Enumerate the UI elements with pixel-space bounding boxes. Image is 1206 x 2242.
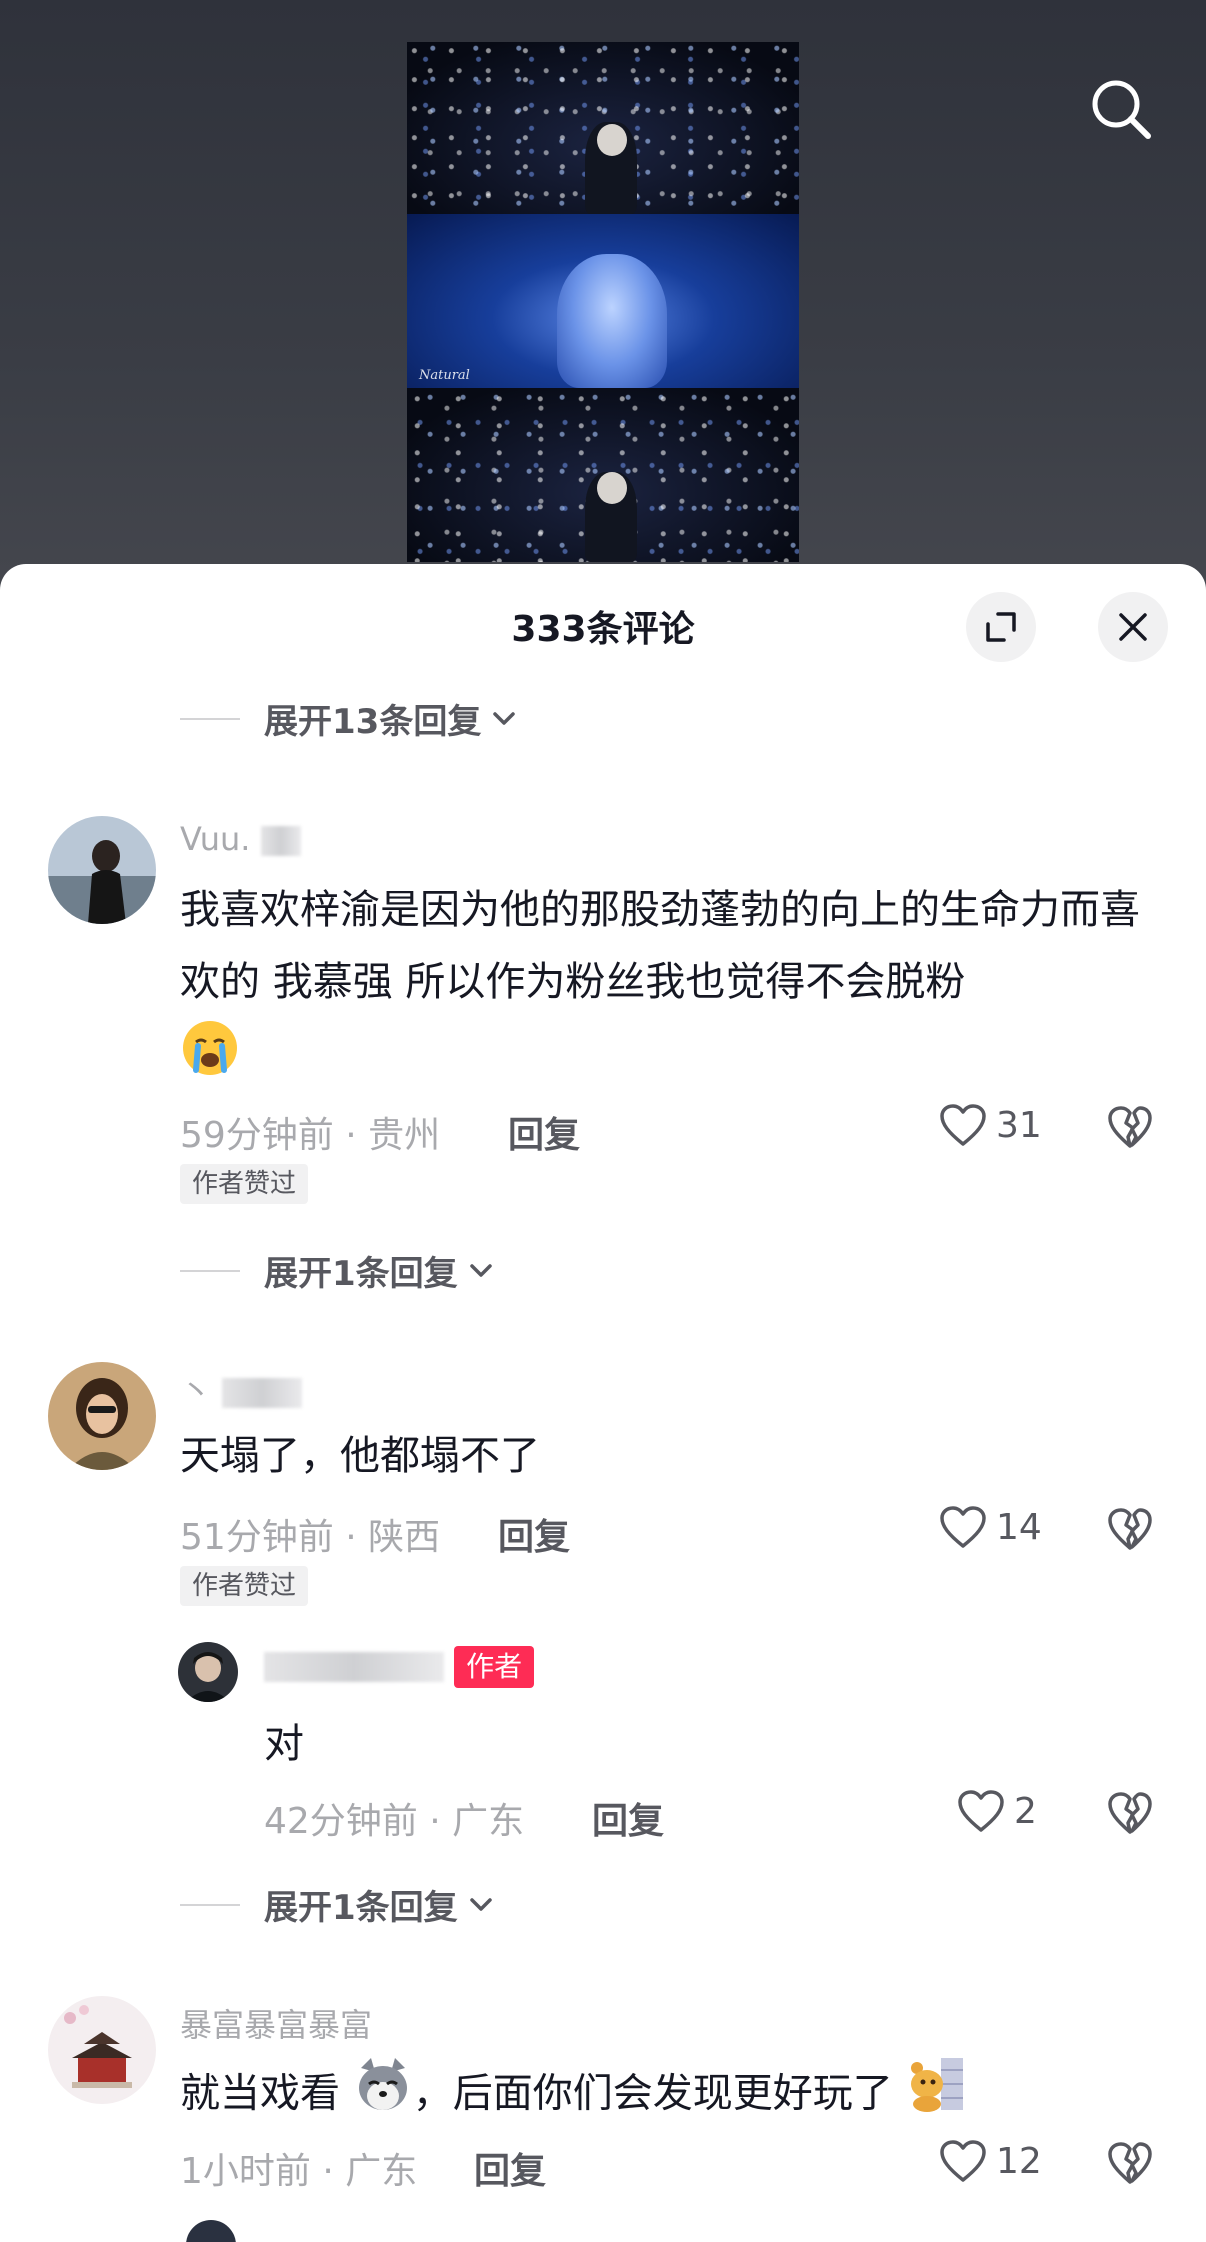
- comment-body: ，后面你们会发现更好玩了: [412, 2070, 893, 2117]
- video-panel-bottom: [407, 388, 799, 562]
- expand-replies-button[interactable]: 展开1条回复: [180, 1880, 494, 1929]
- reply-time-location: 42分钟前 · 广东: [264, 1801, 525, 1842]
- dislike-button[interactable]: [1106, 1506, 1154, 1556]
- hiding-bear-emoji: [905, 2054, 965, 2137]
- avatar[interactable]: [48, 1362, 156, 1470]
- chevron-down-icon: [469, 1263, 492, 1277]
- reply-text: 对: [264, 1721, 304, 1767]
- avatar[interactable]: [186, 2220, 236, 2242]
- performer-head: [597, 124, 627, 156]
- username-blur: [264, 1652, 444, 1682]
- comment-text: 我喜欢梓渝是因为他的那股劲蓬勃的向上的生命力而喜欢的 我慕强 所以作为粉丝我也觉…: [180, 874, 1160, 1101]
- reply-button[interactable]: 回复: [508, 1106, 580, 1158]
- username-text: 丶: [180, 1372, 213, 1410]
- reply-button[interactable]: 回复: [592, 1792, 664, 1844]
- reply-username[interactable]: 作者: [264, 1646, 535, 1688]
- like-button[interactable]: 12: [938, 2138, 1042, 2184]
- username-blur: [222, 1378, 303, 1408]
- like-button[interactable]: 2: [956, 1788, 1037, 1834]
- comment-time-location: 51分钟前 · 陕西: [180, 1517, 441, 1558]
- broken-heart-icon: [1108, 2142, 1152, 2184]
- expand-replies-button[interactable]: 展开13条回复: [180, 694, 517, 743]
- like-count: 14: [996, 1506, 1042, 1548]
- fullscreen-icon: [986, 612, 1016, 642]
- author-tag: 作者: [454, 1646, 535, 1688]
- heart-icon: [940, 1506, 986, 1548]
- like-count: 12: [996, 2140, 1042, 2182]
- expand-replies-label: 展开1条回复: [264, 1888, 458, 1928]
- comment-username[interactable]: 暴富暴富暴富: [180, 2000, 372, 2046]
- username-text: Vuu.: [180, 820, 251, 858]
- performer-head: [597, 472, 627, 504]
- video-frame[interactable]: Natural: [407, 42, 799, 562]
- comment-text: 就当戏看 ，后面你们会发现更好玩了: [180, 2054, 965, 2137]
- expand-replies-button[interactable]: 展开1条回复: [180, 1246, 494, 1295]
- search-icon[interactable]: [1088, 76, 1154, 142]
- video-panel-middle: [407, 214, 799, 388]
- comment-sheet: 333条评论 展开13条回复 Vuu. 我喜欢梓渝是因为他的那股劲蓬勃的向上的生…: [0, 564, 1206, 2242]
- comment-username[interactable]: 丶: [180, 1366, 303, 1412]
- dislike-button[interactable]: [1106, 1790, 1154, 1840]
- reply-button[interactable]: 回复: [474, 2142, 546, 2194]
- performer-back: [557, 254, 667, 388]
- divider: [180, 717, 240, 720]
- broken-heart-icon: [1108, 1792, 1152, 1834]
- heart-icon: [940, 1104, 986, 1146]
- video-watermark: Natural: [419, 368, 470, 383]
- broken-heart-icon: [1108, 1508, 1152, 1550]
- reply-button[interactable]: 回复: [498, 1508, 570, 1560]
- heart-icon: [940, 2140, 986, 2182]
- expand-sheet-button[interactable]: [966, 592, 1036, 662]
- video-panel-top: [407, 42, 799, 214]
- dislike-button[interactable]: [1106, 1104, 1154, 1154]
- heart-icon: [958, 1790, 1004, 1832]
- close-button[interactable]: [1098, 592, 1168, 662]
- expand-replies-label: 展开13条回复: [264, 702, 482, 742]
- author-liked-badge: 作者赞过: [180, 1566, 309, 1606]
- like-count: 31: [996, 1104, 1042, 1146]
- dislike-button[interactable]: [1106, 2140, 1154, 2190]
- divider: [180, 1903, 240, 1906]
- author-liked-badge: 作者赞过: [180, 1164, 309, 1204]
- comment-username[interactable]: Vuu.: [180, 820, 301, 858]
- close-icon: [1119, 613, 1147, 641]
- broken-heart-icon: [1108, 1106, 1152, 1148]
- comment-time-location: 59分钟前 · 贵州: [180, 1115, 441, 1156]
- husky-emoji: [353, 2054, 413, 2137]
- chevron-down-icon: [493, 711, 516, 725]
- comment-time-location: 1小时前 · 广东: [180, 2151, 418, 2192]
- comment-body: 就当戏看: [180, 2070, 340, 2117]
- avatar[interactable]: [48, 1996, 156, 2104]
- username-blur: [260, 826, 301, 856]
- video-player[interactable]: Natural: [0, 0, 1206, 600]
- avatar[interactable]: [48, 816, 156, 924]
- expand-replies-label: 展开1条回复: [264, 1254, 458, 1294]
- avatar[interactable]: [178, 1642, 238, 1702]
- comment-text: 天塌了，他都塌不了: [180, 1433, 540, 1479]
- like-button[interactable]: 31: [938, 1102, 1042, 1148]
- like-button[interactable]: 14: [938, 1504, 1042, 1550]
- chevron-down-icon: [469, 1897, 492, 1911]
- crying-face-emoji: [180, 1018, 240, 1101]
- divider: [180, 1269, 240, 1272]
- like-count: 2: [1014, 1790, 1037, 1832]
- comment-body: 我喜欢梓渝是因为他的那股劲蓬勃的向上的生命力而喜欢的 我慕强 所以作为粉丝我也觉…: [180, 887, 1140, 1005]
